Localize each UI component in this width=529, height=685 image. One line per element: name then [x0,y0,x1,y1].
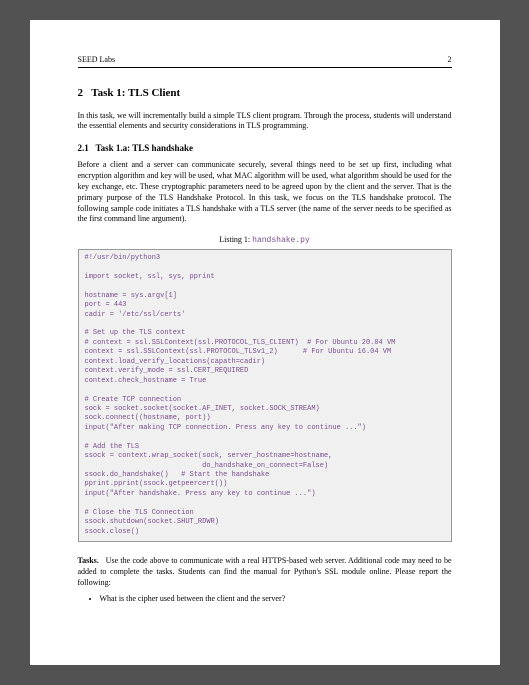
subsection-heading: 2.1 Task 1.a: TLS handshake [78,142,452,154]
code-block: #!/usr/bin/python3 import socket, ssl, s… [78,249,452,542]
page-content: SEED Labs 2 2 Task 1: TLS Client In this… [30,20,500,665]
header-title: SEED Labs [78,55,116,66]
tasks-label: Tasks. [78,556,99,565]
page-number: 2 [448,55,452,66]
tasks-paragraph: Tasks. Use the code above to communicate… [78,556,452,588]
listing-filename: handshake.py [252,236,310,245]
subsection-number: 2.1 [78,143,89,153]
listing-caption: Listing 1: handshake.py [78,235,452,247]
section-title: Task 1: TLS Client [91,87,180,99]
bullet-list: What is the cipher used between the clie… [78,594,452,605]
subsection-title: Task 1.a: TLS handshake [96,143,194,153]
list-item: What is the cipher used between the clie… [100,594,452,605]
intro-paragraph: In this task, we will incrementally buil… [78,111,452,133]
tasks-text: Use the code above to communicate with a… [78,556,452,587]
section-heading: 2 Task 1: TLS Client [78,86,452,101]
section-number: 2 [78,87,84,99]
page-header: SEED Labs 2 [78,55,452,68]
handshake-paragraph: Before a client and a server can communi… [78,160,452,225]
listing-label: Listing 1: [219,235,250,244]
